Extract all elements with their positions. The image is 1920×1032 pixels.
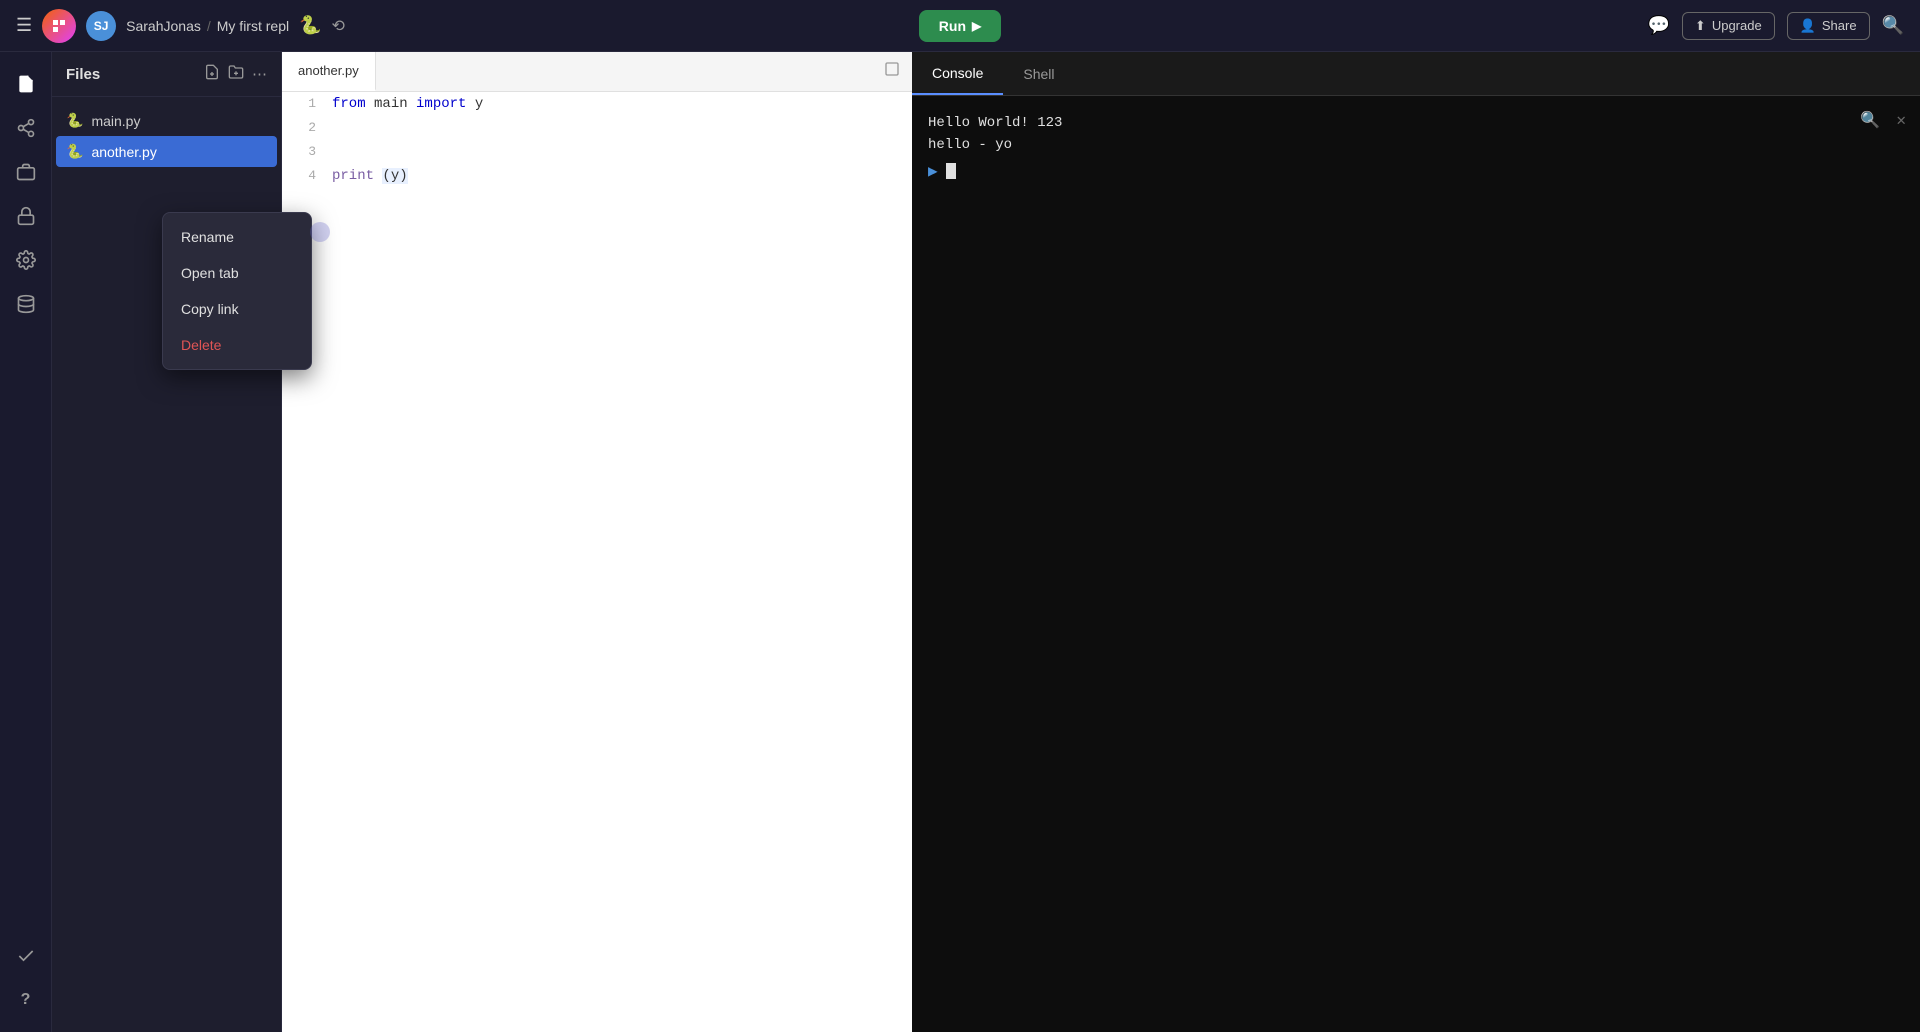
play-icon: ▶ [972, 19, 981, 33]
sidebar-item-check[interactable] [6, 936, 46, 976]
right-panel: Console Shell 🔍 ✕ Hello World! 123 hello… [912, 52, 1920, 1032]
share-label: Share [1822, 18, 1857, 33]
editor-tab-label: another.py [298, 63, 359, 78]
prompt-arrow-icon: ▶ [928, 161, 938, 181]
console-cursor [946, 163, 956, 179]
sidebar-item-database[interactable] [6, 284, 46, 324]
tab-console[interactable]: Console [912, 52, 1003, 95]
history-icon[interactable]: ⟲ [332, 16, 345, 36]
console-prompt: ▶ [928, 161, 1904, 181]
sidebar-item-share[interactable] [6, 108, 46, 148]
sidebar-item-settings[interactable] [6, 240, 46, 280]
file-item-another[interactable]: 🐍 another.py [56, 136, 277, 167]
file-item-main[interactable]: 🐍 main.py [52, 105, 281, 136]
chat-icon[interactable]: 💬 [1648, 15, 1670, 36]
line-content-3 [332, 140, 340, 164]
code-line-3: 3 [282, 140, 912, 164]
file-panel-header: Files ⋯ [52, 52, 281, 97]
console-output-1: Hello World! 123 [928, 112, 1904, 134]
console-output-2: hello - yo [928, 134, 1904, 156]
topbar: ☰ SJ SarahJonas / My first repl 🐍 ⟲ Run … [0, 0, 1920, 52]
file-name-another: another.py [91, 144, 156, 160]
code-line-2: 2 [282, 116, 912, 140]
line-content-2 [332, 116, 340, 140]
python-file-icon-another: 🐍 [66, 143, 83, 160]
run-label: Run [939, 18, 966, 34]
run-button[interactable]: Run ▶ [919, 10, 1001, 42]
main-area: ? Files ⋯ 🐍 main.py 🐍 another [0, 52, 1920, 1032]
right-panel-tabs: Console Shell [912, 52, 1920, 96]
editor-area: another.py 1 from main import y 2 3 [282, 52, 912, 1032]
file-panel: Files ⋯ 🐍 main.py 🐍 another.py [52, 52, 282, 1032]
console-close-icon[interactable]: ✕ [1896, 110, 1906, 130]
context-menu-open-tab[interactable]: Open tab [163, 255, 311, 291]
python-icon: 🐍 [299, 15, 321, 36]
more-options-icon[interactable]: ⋯ [252, 65, 267, 83]
sidebar-item-secrets[interactable] [6, 196, 46, 236]
context-menu-rename[interactable]: Rename [163, 219, 311, 255]
new-folder-icon[interactable] [228, 64, 244, 84]
line-number-4: 4 [282, 164, 332, 188]
sidebar-item-files[interactable] [6, 64, 46, 104]
line-number-1: 1 [282, 92, 332, 116]
line-number-2: 2 [282, 116, 332, 140]
editor-tabs: another.py [282, 52, 912, 92]
line-content-4: print (y) [332, 164, 408, 188]
new-file-icon[interactable] [204, 64, 220, 84]
username-label[interactable]: SarahJonas [126, 18, 201, 34]
file-name-main: main.py [91, 113, 140, 129]
code-line-1: 1 from main import y [282, 92, 912, 116]
code-editor[interactable]: 1 from main import y 2 3 4 print (y) [282, 92, 912, 1032]
context-menu-delete[interactable]: Delete [163, 327, 311, 363]
breadcrumb: SarahJonas / My first repl [126, 18, 289, 34]
breadcrumb-sep: / [207, 18, 211, 34]
share-button[interactable]: 👤 Share [1787, 12, 1870, 40]
sidebar-icons: ? [0, 52, 52, 1032]
line-content-1: from main import y [332, 92, 483, 116]
file-panel-actions: ⋯ [204, 64, 267, 84]
sidebar-item-help[interactable]: ? [6, 980, 46, 1020]
upgrade-label: Upgrade [1712, 18, 1762, 33]
search-icon[interactable]: 🔍 [1882, 15, 1904, 36]
context-menu: Rename Open tab Copy link Delete [162, 212, 312, 370]
tab-shell[interactable]: Shell [1003, 52, 1074, 95]
file-list: 🐍 main.py 🐍 another.py [52, 97, 281, 175]
avatar[interactable]: SJ [86, 11, 116, 41]
python-file-icon-main: 🐍 [66, 112, 83, 129]
upgrade-icon: ⬆ [1695, 18, 1706, 34]
upgrade-button[interactable]: ⬆ Upgrade [1682, 12, 1775, 40]
hamburger-icon[interactable]: ☰ [16, 15, 32, 36]
replit-logo [42, 9, 76, 43]
sidebar-item-packages[interactable] [6, 152, 46, 192]
console-area[interactable]: 🔍 ✕ Hello World! 123 hello - yo ▶ [912, 96, 1920, 1032]
project-name-label[interactable]: My first repl [217, 18, 289, 34]
line-number-3: 3 [282, 140, 332, 164]
code-line-4: 4 print (y) [282, 164, 912, 188]
share-icon: 👤 [1800, 18, 1816, 34]
file-panel-title: Files [66, 66, 196, 83]
context-menu-copy-link[interactable]: Copy link [163, 291, 311, 327]
editor-tab-actions[interactable] [872, 61, 912, 82]
console-search-icon[interactable]: 🔍 [1860, 110, 1880, 130]
editor-tab-another[interactable]: another.py [282, 52, 376, 91]
